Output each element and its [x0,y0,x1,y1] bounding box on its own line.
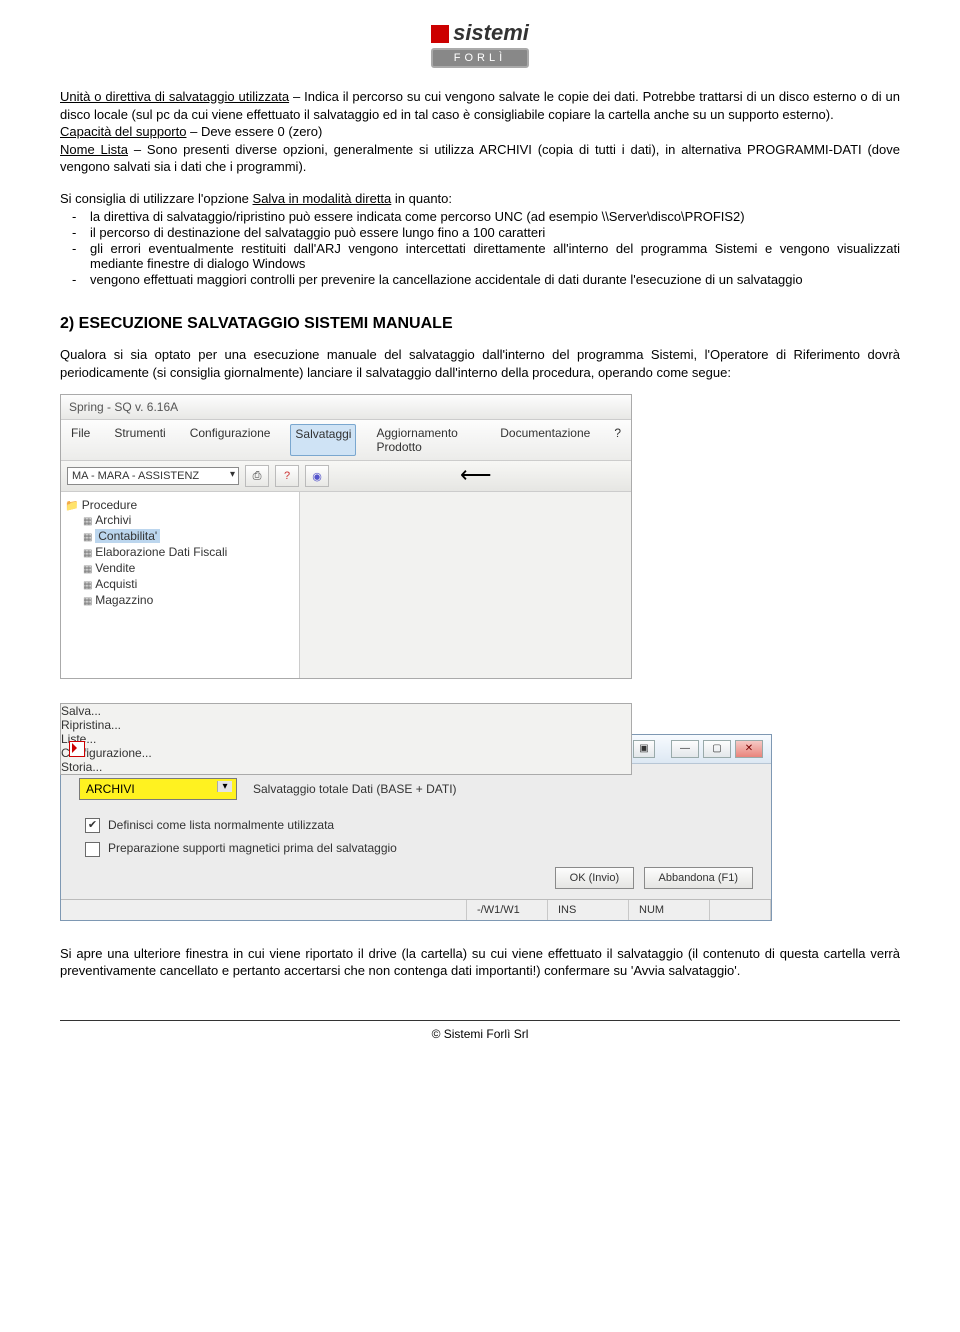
tree-view[interactable]: Procedure Archivi Contabilita' Elaborazi… [61,492,300,678]
page-footer: © Sistemi Forlì Srl [60,1020,900,1041]
status-bar: -/W1/W1 INS NUM [61,899,771,920]
tree-node[interactable]: Elaborazione Dati Fiscali [65,544,295,560]
menu-configurazione[interactable]: Configurazione [186,424,275,456]
logo-brand: sistemi [453,20,529,45]
status-cell: INS [548,900,629,920]
tree-node[interactable]: Vendite [65,560,295,576]
term-capacita: Capacità del supporto [60,124,186,139]
checkbox-icon[interactable] [85,842,100,857]
ok-button[interactable]: OK (Invio) [555,867,635,889]
dropdown-salvataggi: Salva... Ripristina... Liste... Configur… [60,703,632,775]
menu-strumenti[interactable]: Strumenti [110,424,169,456]
term-nomelista: Nome Lista [60,142,128,157]
minimize-button[interactable]: — [671,740,699,758]
tree-node-selected[interactable]: Contabilita' [65,528,295,544]
list-item: vengono effettuati maggiori controlli pe… [90,272,900,287]
toolbar-btn-1[interactable]: ⎙ [245,465,269,487]
close-button[interactable]: ✕ [735,740,763,758]
tree-node[interactable]: Archivi [65,512,295,528]
header-logo: sistemi FORLÌ [60,20,900,68]
dropdown-item-ripristina[interactable]: Ripristina... [61,718,631,732]
menu-aggiornamento[interactable]: Aggiornamento Prodotto [372,424,480,456]
menu-documentazione[interactable]: Documentazione [496,424,594,456]
dropdown-item-storia[interactable]: Storia... [61,760,631,774]
menu-help[interactable]: ? [610,424,625,456]
screenshot-spring-window: Spring - SQ v. 6.16A File Strumenti Conf… [60,394,632,679]
tree-node[interactable]: Acquisti [65,576,295,592]
status-cell: NUM [629,900,710,920]
logo-square-icon [431,25,449,43]
section-2-intro: Qualora si sia optato per una esecuzione… [60,346,900,381]
toolbar: MA - MARA - ASSISTENZ ⎙ ? ◉ [61,461,631,492]
titlebar-icon-2[interactable]: ▣ [633,740,655,758]
window-title: Spring - SQ v. 6.16A [61,395,631,420]
dropdown-item-liste[interactable]: Liste... [61,732,631,746]
checkbox-row-1[interactable]: ✔Definisci come lista normalmente utiliz… [85,818,753,833]
menu-salvataggi[interactable]: Salvataggi [290,424,356,456]
toolbar-btn-2[interactable]: ? [275,465,299,487]
dropdown-description: Salvataggio totale Dati (BASE + DATI) [253,782,457,796]
dropdown-archivi[interactable]: ARCHIVI [79,778,237,800]
advice-intro: Si consiglia di utilizzare l'opzione Sal… [60,190,900,208]
tree-node[interactable]: Magazzino [65,592,295,608]
list-item: la direttiva di salvataggio/ripristino p… [90,209,900,224]
list-item: il percorso di destinazione del salvatag… [90,225,900,240]
checkbox-row-2[interactable]: Preparazione supporti magnetici prima de… [85,841,753,856]
cancel-button[interactable]: Abbandona (F1) [644,867,754,889]
dropdown-item-salva[interactable]: Salva... [61,704,631,718]
menubar: File Strumenti Configurazione Salvataggi… [61,420,631,461]
closing-paragraph: Si apre una ulteriore finestra in cui vi… [60,945,900,980]
dropdown-item-config[interactable]: Configurazione... [61,746,631,760]
logo-subbrand: FORLÌ [431,48,529,68]
tree-root[interactable]: Procedure [65,498,295,512]
combo-company[interactable]: MA - MARA - ASSISTENZ [67,467,239,485]
app-icon [69,741,85,757]
advice-list: la direttiva di salvataggio/ripristino p… [60,209,900,287]
section-2-title: 2) ESECUZIONE SALVATAGGIO SISTEMI MANUAL… [60,315,900,333]
toolbar-btn-3[interactable]: ◉ [305,465,329,487]
maximize-button[interactable]: ▢ [703,740,731,758]
term-unita: Unità o direttiva di salvataggio utilizz… [60,89,289,104]
menu-file[interactable]: File [67,424,94,456]
arrow-icon: ⟵ [460,462,492,488]
list-item: gli errori eventualmente restituiti dall… [90,241,900,271]
status-cell: -/W1/W1 [467,900,548,920]
checkbox-icon[interactable]: ✔ [85,818,100,833]
intro-paragraphs: Unità o direttiva di salvataggio utilizz… [60,88,900,176]
